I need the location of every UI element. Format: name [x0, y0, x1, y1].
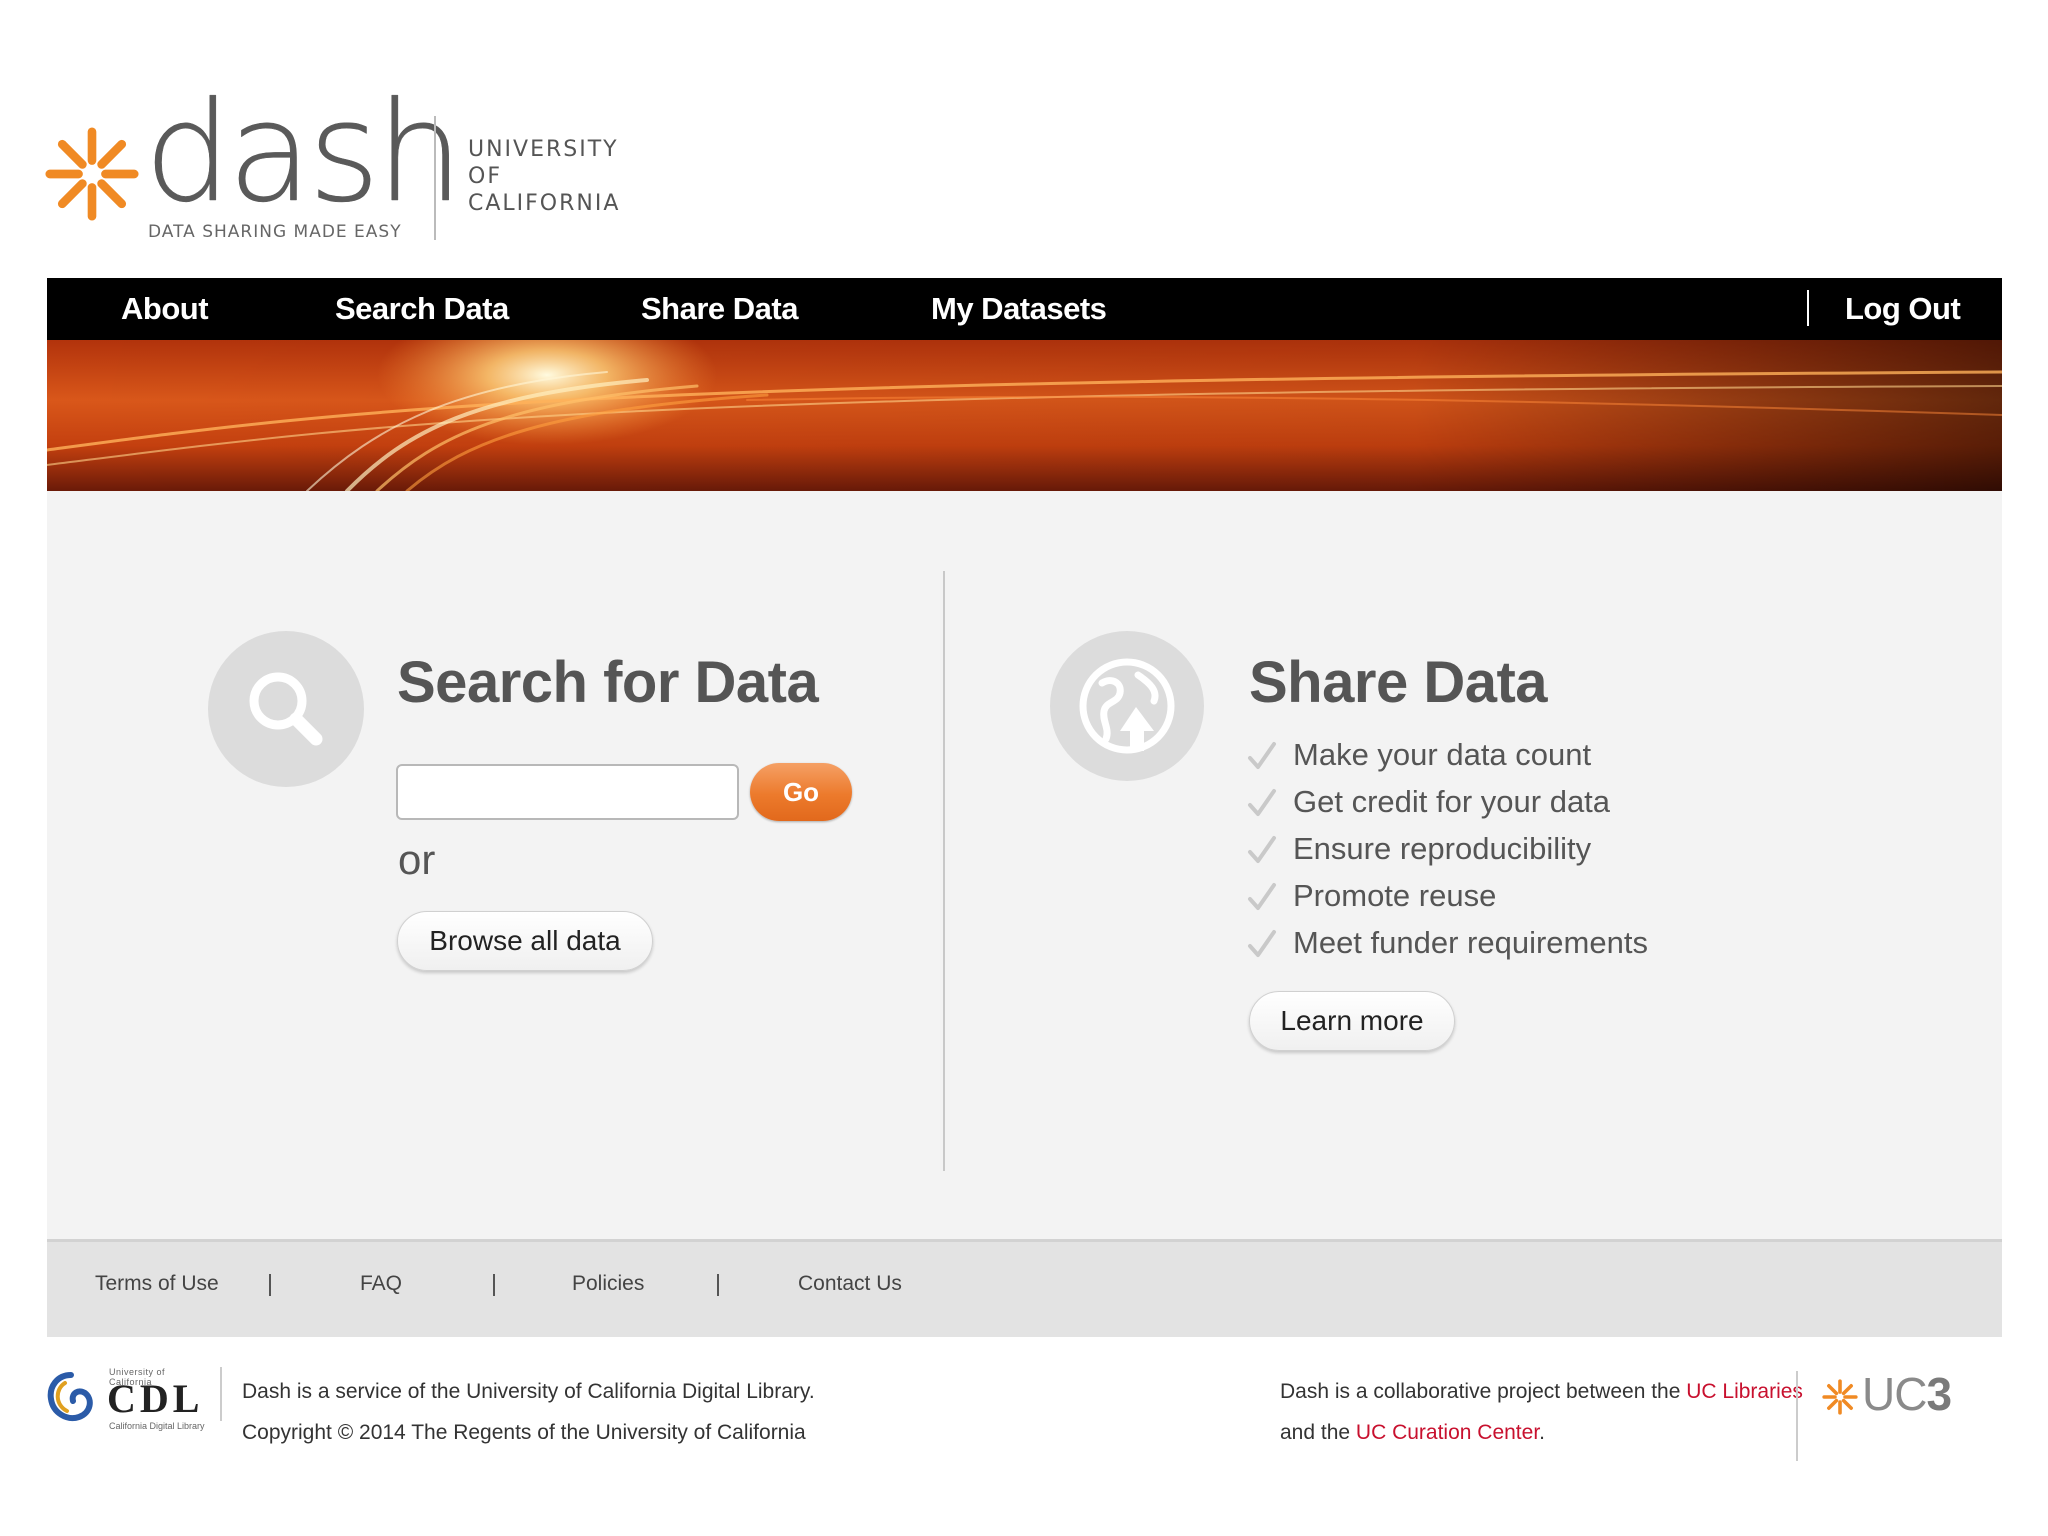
- site-footer: University of California CDL California …: [0, 1337, 2048, 1536]
- uc-libraries-link[interactable]: UC Libraries: [1686, 1380, 1803, 1403]
- footer-contact-us[interactable]: Contact Us: [798, 1272, 902, 1296]
- checkmark-icon: [1248, 930, 1276, 957]
- list-item: Meet funder requirements: [1247, 919, 1648, 966]
- university-line-2: OF: [468, 164, 502, 189]
- collab-line-2: and the UC Curation Center.: [1280, 1412, 1803, 1453]
- uc3-wordmark: UC3: [1862, 1367, 1952, 1421]
- share-section-icon-bg: [1050, 631, 1204, 781]
- benefit-text: Promote reuse: [1293, 878, 1497, 913]
- footer-collab-info: Dash is a collaborative project between …: [1280, 1371, 1803, 1453]
- hero-banner: [47, 340, 2002, 491]
- share-benefits-list: Make your data count Get credit for your…: [1247, 731, 1648, 966]
- nav-share-data[interactable]: Share Data: [641, 278, 798, 340]
- nav-log-out[interactable]: Log Out: [1845, 278, 1961, 340]
- footer-terms-of-use[interactable]: Terms of Use: [95, 1272, 219, 1296]
- share-section-title: Share Data: [1249, 650, 1548, 715]
- footer-nav-separator: [269, 1274, 271, 1296]
- logo-wordmark: dash: [144, 72, 464, 233]
- logo-divider: [434, 116, 436, 240]
- collab-suffix: .: [1539, 1421, 1545, 1444]
- search-input[interactable]: [396, 764, 739, 820]
- search-section-icon-bg: [208, 631, 364, 787]
- collab-line-1: Dash is a collaborative project between …: [1280, 1371, 1803, 1412]
- footer-service-info: Dash is a service of the University of C…: [242, 1371, 815, 1453]
- checkmark-icon: [1248, 836, 1276, 863]
- collab-mid: and the: [1280, 1421, 1356, 1444]
- globe-upload-icon: [1079, 658, 1175, 754]
- checkmark-icon: [1248, 742, 1276, 769]
- nav-search-data[interactable]: Search Data: [335, 278, 509, 340]
- footer-nav-separator: [717, 1274, 719, 1296]
- or-text: or: [398, 836, 436, 883]
- sunburst-icon: [45, 127, 139, 221]
- footer-nav-separator: [493, 1274, 495, 1296]
- benefit-text: Meet funder requirements: [1293, 925, 1648, 960]
- logo-tagline: DATA SHARING MADE EASY: [148, 222, 402, 242]
- service-line: Dash is a service of the University of C…: [242, 1380, 815, 1403]
- uc3-prefix: UC: [1862, 1368, 1927, 1420]
- uc-curation-center-link[interactable]: UC Curation Center: [1356, 1421, 1539, 1444]
- cdl-logo[interactable]: University of California CDL California …: [47, 1367, 207, 1431]
- benefit-text: Get credit for your data: [1293, 784, 1611, 819]
- footer-nav: Terms of Use FAQ Policies Contact Us: [47, 1239, 2002, 1337]
- nav-separator: [1807, 290, 1809, 326]
- copyright-line: Copyright © 2014 The Regents of the Univ…: [242, 1421, 806, 1444]
- list-item: Promote reuse: [1247, 872, 1648, 919]
- uc3-number: 3: [1926, 1368, 1952, 1420]
- cdl-wordmark: CDL: [107, 1376, 204, 1421]
- footer-divider-left: [220, 1367, 222, 1421]
- go-button[interactable]: Go: [750, 763, 852, 821]
- university-line-1: UNIVERSITY: [468, 137, 619, 162]
- main-content: Search for Data Go or Browse all data Sh…: [47, 491, 2002, 1239]
- dash-logo[interactable]: dash DATA SHARING MADE EASY UNIVERSITY O…: [44, 83, 644, 250]
- learn-more-button[interactable]: Learn more: [1249, 991, 1455, 1051]
- banner-swoosh-graphic: [47, 340, 2002, 491]
- benefit-text: Make your data count: [1293, 737, 1592, 772]
- footer-divider-right: [1796, 1371, 1798, 1461]
- list-item: Make your data count: [1247, 731, 1648, 778]
- sunburst-icon: [1822, 1379, 1858, 1415]
- benefit-text: Ensure reproducibility: [1293, 831, 1592, 866]
- list-item: Ensure reproducibility: [1247, 825, 1648, 872]
- search-section-title: Search for Data: [397, 650, 819, 715]
- nav-about[interactable]: About: [121, 278, 209, 340]
- footer-policies[interactable]: Policies: [572, 1272, 644, 1296]
- cdl-swirl-icon: [47, 1372, 93, 1421]
- checkmark-icon: [1248, 789, 1276, 816]
- collab-prefix: Dash is a collaborative project between …: [1280, 1380, 1687, 1403]
- section-divider: [943, 571, 945, 1171]
- browse-all-data-button[interactable]: Browse all data: [397, 911, 653, 971]
- cdl-small-bottom: California Digital Library: [109, 1421, 205, 1431]
- checkmark-icon: [1248, 883, 1276, 910]
- list-item: Get credit for your data: [1247, 778, 1648, 825]
- magnifier-icon: [249, 672, 323, 746]
- uc3-logo[interactable]: UC3: [1822, 1367, 1982, 1421]
- footer-faq[interactable]: FAQ: [360, 1272, 402, 1296]
- nav-my-datasets[interactable]: My Datasets: [931, 278, 1107, 340]
- main-nav: About Search Data Share Data My Datasets…: [47, 278, 2002, 340]
- university-name: UNIVERSITY OF CALIFORNIA: [468, 136, 620, 217]
- university-line-3: CALIFORNIA: [468, 191, 621, 216]
